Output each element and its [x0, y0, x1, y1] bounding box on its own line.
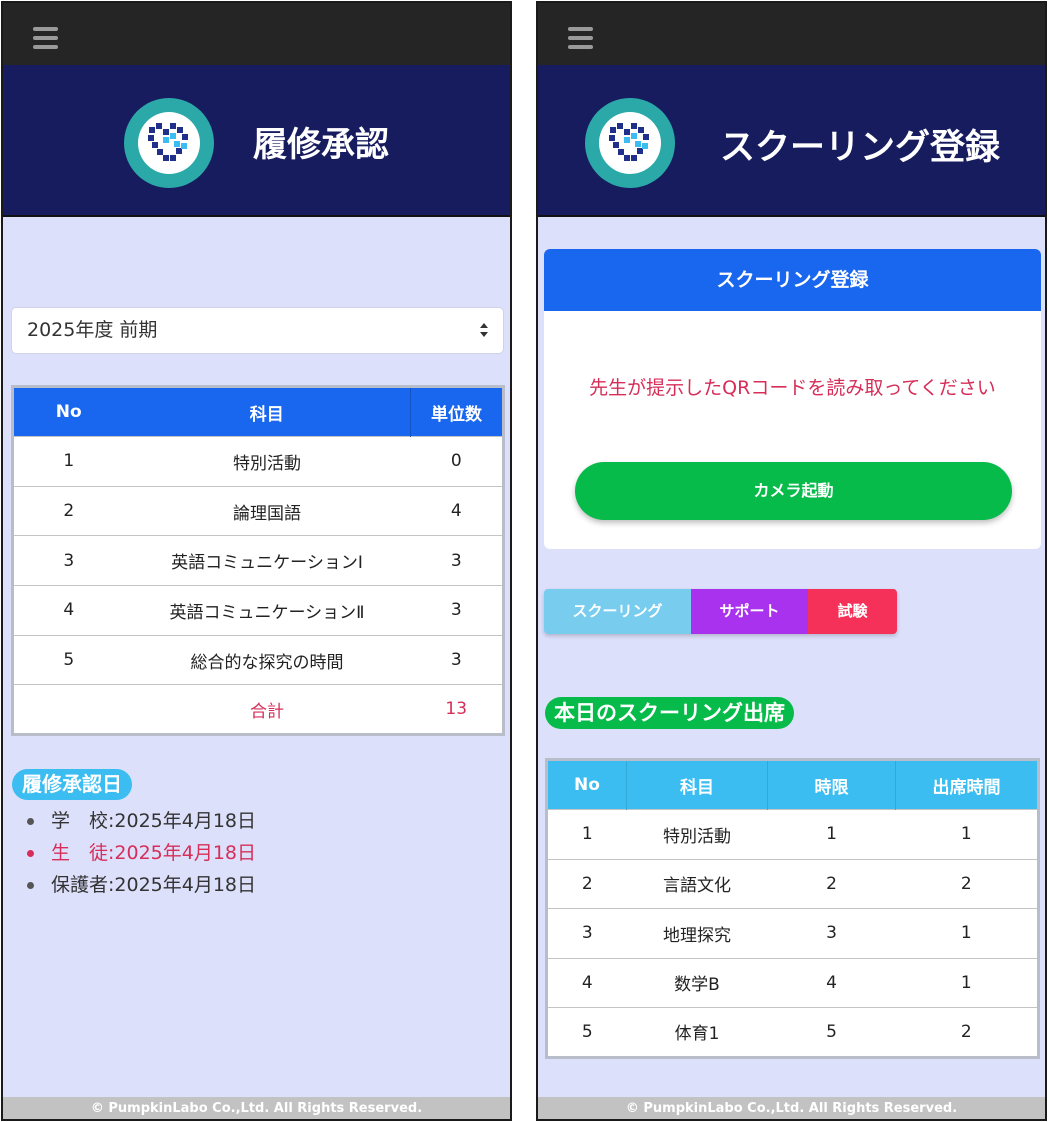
table-row: 2 言語文化 2 2	[546, 858, 1039, 909]
col-header-no: No	[546, 759, 627, 810]
attendance-table: No 科目 時限 出席時間 1 特別活動 1 1 2 言語文化 2 2 3 地理…	[545, 758, 1040, 1059]
cell-empty	[12, 684, 124, 735]
table-row: 1 特別活動 0	[12, 436, 504, 487]
table-row: 5 総合的な探究の時間 3	[12, 634, 504, 685]
cell-no: 1	[546, 809, 627, 859]
col-header-attendance-time: 出席時間	[895, 759, 1039, 810]
total-label: 合計	[123, 684, 411, 735]
total-value: 13	[410, 684, 504, 735]
approval-date-school: 学 校:2025年4月18日	[25, 807, 256, 839]
cell-no: 2	[546, 858, 627, 909]
cell-attendance-time: 1	[895, 809, 1039, 859]
cell-subject: 論理国語	[123, 485, 411, 536]
cell-credits: 0	[410, 436, 504, 487]
approval-date-heading: 履修承認日	[12, 769, 132, 800]
table-header-row: No 科目 単位数	[12, 386, 504, 437]
term-select-value: 2025年度 前期	[27, 319, 158, 341]
hamburger-menu-icon[interactable]	[33, 27, 58, 49]
table-total-row: 合計 13	[12, 684, 504, 735]
cell-no: 4	[546, 957, 627, 1008]
page-header: スクーリング登録	[538, 65, 1045, 217]
cell-subject: 特別活動	[626, 809, 768, 859]
cell-attendance-time: 1	[895, 957, 1039, 1008]
cell-no: 5	[546, 1007, 627, 1057]
page-header: 履修承認	[3, 65, 510, 217]
page-title: 履修承認	[253, 125, 389, 165]
table-header-row: No 科目 時限 出席時間	[546, 759, 1039, 810]
cell-period: 4	[767, 957, 896, 1008]
cell-period: 2	[767, 858, 896, 909]
cell-subject: 体育1	[626, 1007, 768, 1057]
term-select[interactable]: 2025年度 前期	[11, 307, 504, 354]
course-approval-table: No 科目 単位数 1 特別活動 0 2 論理国語 4 3 英語コミュニケーショ…	[11, 385, 505, 737]
select-arrows-icon	[480, 323, 488, 337]
hamburger-menu-icon[interactable]	[568, 27, 593, 49]
approval-date-list: 学 校:2025年4月18日 生 徒:2025年4月18日 保護者:2025年4…	[25, 807, 256, 903]
table-row: 2 論理国語 4	[12, 485, 504, 536]
cell-period: 1	[767, 809, 896, 859]
camera-start-button[interactable]: カメラ起動	[575, 462, 1012, 520]
cell-no: 3	[12, 535, 124, 586]
cell-subject: 英語コミュニケーションⅡ	[123, 585, 411, 636]
col-header-no: No	[12, 386, 124, 437]
approval-date-guardian: 保護者:2025年4月18日	[25, 871, 256, 903]
cell-no: 3	[546, 908, 627, 958]
table-row: 1 特別活動 1 1	[546, 809, 1039, 859]
cell-subject: 英語コミュニケーションⅠ	[123, 535, 411, 586]
qr-registration-card: スクーリング登録 先生が提示したQRコードを読み取ってください カメラ起動	[544, 249, 1041, 549]
cell-attendance-time: 2	[895, 858, 1039, 909]
app-logo	[585, 98, 675, 188]
cell-subject: 特別活動	[123, 436, 411, 487]
tab-schooling[interactable]: スクーリング	[544, 589, 691, 634]
col-header-subject: 科目	[626, 759, 768, 810]
cell-no: 1	[12, 436, 124, 487]
table-row: 3 地理探究 3 1	[546, 908, 1039, 958]
cell-credits: 3	[410, 585, 504, 636]
table-row: 4 英語コミュニケーションⅡ 3	[12, 585, 504, 636]
tab-exam[interactable]: 試験	[808, 589, 897, 634]
cell-credits: 3	[410, 535, 504, 586]
col-header-credits: 単位数	[410, 386, 504, 437]
table-row: 5 体育1 5 2	[546, 1007, 1039, 1057]
schooling-registration-screen: スクーリング登録 スクーリング登録 先生が提示したQRコードを読み取ってください…	[536, 1, 1047, 1121]
footer-copyright: © PumpkinLabo Co.,Ltd. All Rights Reserv…	[538, 1097, 1045, 1119]
approval-screen: 履修承認 2025年度 前期 No 科目 単位数 1 特別活動 0 2 論理国語…	[1, 1, 512, 1121]
col-header-subject: 科目	[123, 386, 411, 437]
qr-instruction-text: 先生が提示したQRコードを読み取ってください	[589, 377, 996, 399]
footer-copyright: © PumpkinLabo Co.,Ltd. All Rights Reserv…	[3, 1097, 510, 1119]
cell-period: 5	[767, 1007, 896, 1057]
cell-attendance-time: 2	[895, 1007, 1039, 1057]
cell-subject: 総合的な探究の時間	[123, 634, 411, 685]
table-row: 4 数学B 4 1	[546, 957, 1039, 1008]
top-nav-bar	[538, 3, 1045, 65]
cell-subject: 地理探究	[626, 908, 768, 958]
cell-credits: 4	[410, 485, 504, 536]
top-nav-bar	[3, 3, 510, 65]
attendance-heading: 本日のスクーリング出席	[545, 697, 794, 729]
approval-date-student: 生 徒:2025年4月18日	[25, 839, 256, 871]
cell-no: 5	[12, 634, 124, 685]
cell-credits: 3	[410, 634, 504, 685]
cell-period: 3	[767, 908, 896, 958]
category-tabs: スクーリング サポート 試験	[544, 589, 897, 634]
col-header-period: 時限	[767, 759, 896, 810]
card-header: スクーリング登録	[544, 249, 1041, 311]
cell-no: 2	[12, 485, 124, 536]
tab-support[interactable]: サポート	[691, 589, 808, 634]
app-logo	[124, 98, 214, 188]
page-title: スクーリング登録	[720, 128, 1001, 168]
cell-attendance-time: 1	[895, 908, 1039, 958]
table-row: 3 英語コミュニケーションⅠ 3	[12, 535, 504, 586]
cell-no: 4	[12, 585, 124, 636]
cell-subject: 数学B	[626, 957, 768, 1008]
cell-subject: 言語文化	[626, 858, 768, 909]
